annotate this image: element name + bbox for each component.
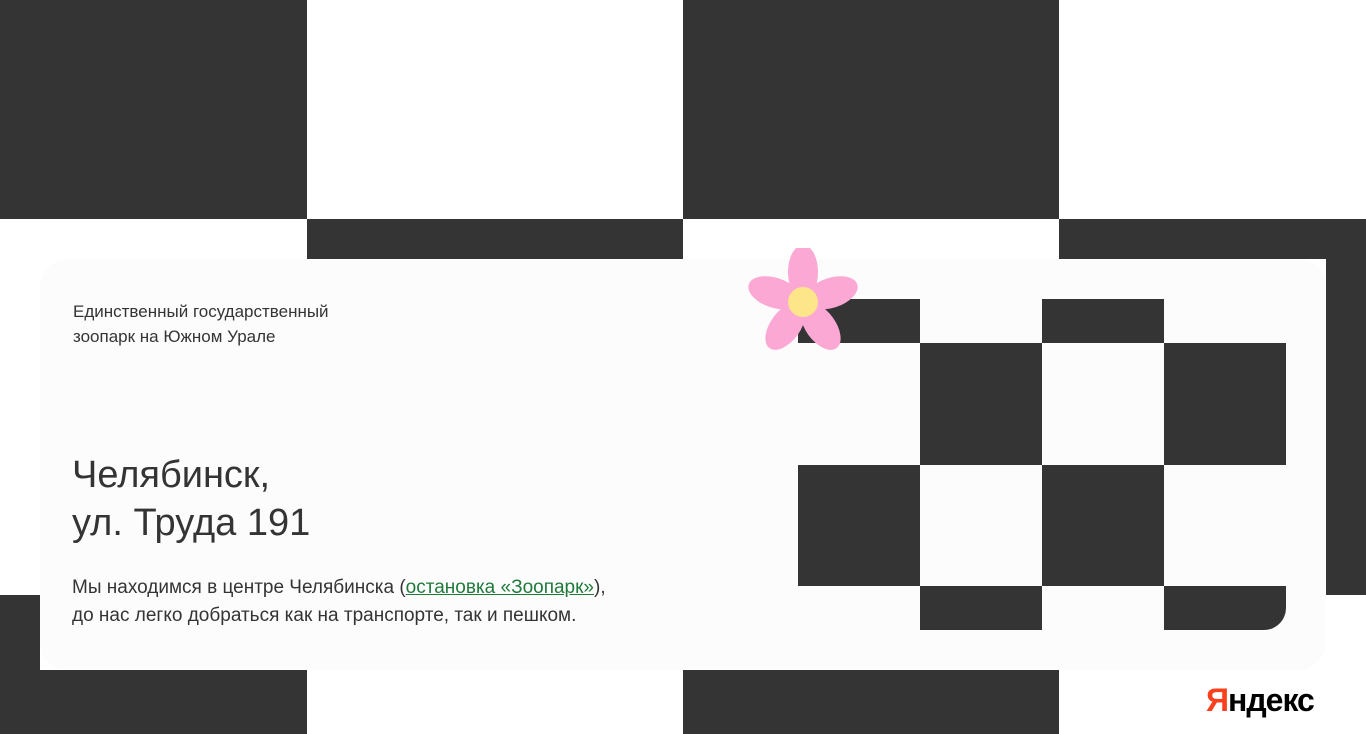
checker-tile bbox=[798, 465, 920, 586]
checker-tile bbox=[1164, 343, 1286, 465]
flower-icon bbox=[748, 248, 858, 350]
checker-tile bbox=[1164, 586, 1286, 630]
bg-tile bbox=[0, 670, 307, 734]
info-card: Единственный государственный зоопарк на … bbox=[40, 259, 1326, 670]
tagline-line: зоопарк на Южном Урале bbox=[73, 327, 276, 346]
bg-tile bbox=[1059, 219, 1366, 259]
description: Мы находимся в центре Челябинска (остано… bbox=[72, 574, 752, 630]
description-text: Мы находимся в центре Челябинска ( bbox=[72, 577, 406, 598]
checker-pattern bbox=[798, 299, 1286, 630]
bg-tile bbox=[683, 670, 1059, 734]
address-street: ул. Труда 191 bbox=[72, 502, 311, 544]
checker-tile bbox=[1042, 299, 1164, 343]
description-text: ), bbox=[594, 577, 606, 598]
tagline: Единственный государственный зоопарк на … bbox=[73, 299, 473, 349]
bg-tile bbox=[307, 219, 683, 259]
checker-tile bbox=[920, 586, 1042, 630]
checker-tile bbox=[920, 343, 1042, 465]
checker-tile bbox=[1042, 465, 1164, 586]
bg-tile bbox=[683, 0, 1059, 219]
description-line: Мы находимся в центре Челябинска (остано… bbox=[72, 574, 752, 602]
yandex-logo[interactable]: Яндекс bbox=[1206, 680, 1315, 720]
logo-first-letter: Я bbox=[1206, 682, 1229, 718]
address-title: Челябинск, ул. Труда 191 bbox=[72, 451, 712, 547]
flower-center bbox=[788, 287, 818, 317]
description-line: до нас легко добраться как на транспорте… bbox=[72, 605, 577, 626]
bg-tile bbox=[0, 0, 307, 219]
tagline-line: Единственный государственный bbox=[73, 302, 329, 321]
bg-tile bbox=[1326, 259, 1366, 595]
bus-stop-link[interactable]: остановка «Зоопарк» bbox=[406, 577, 594, 598]
logo-rest: ндекс bbox=[1228, 682, 1315, 718]
address-city: Челябинск, bbox=[72, 454, 271, 496]
